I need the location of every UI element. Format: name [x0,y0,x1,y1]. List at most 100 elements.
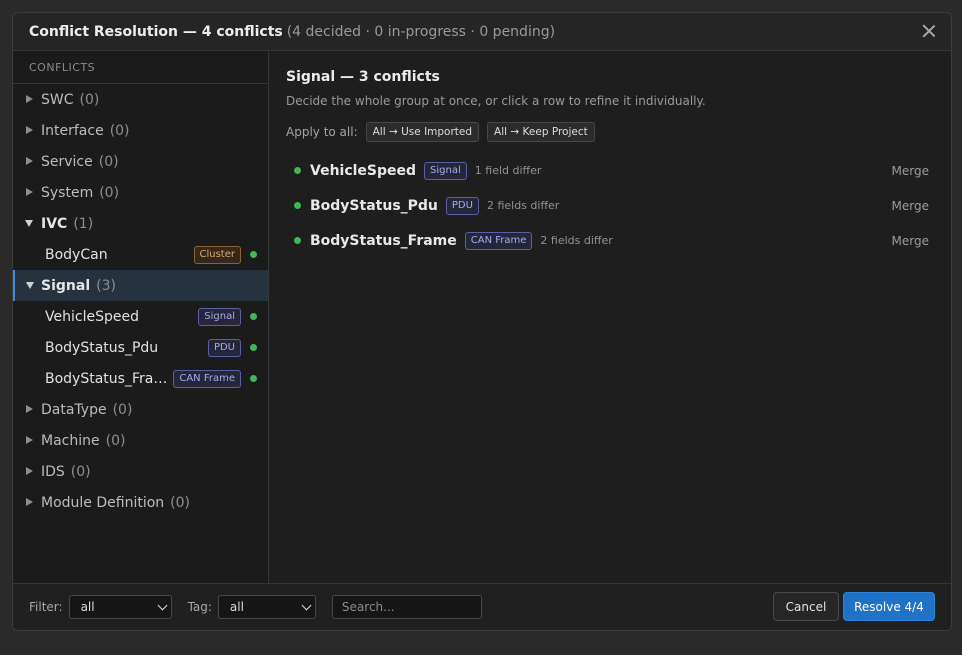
status-dot [250,344,257,351]
diff-summary: 2 fields differ [540,234,613,247]
category-label: Signal [41,277,91,294]
resolve-button[interactable]: Resolve 4/4 [843,592,935,621]
apply-all-use-imported-button[interactable]: All → Use Imported [365,122,480,142]
tag-label: Tag: [187,600,212,614]
conflicts-sidebar: CONFLICTS SWC (0) Interface (0) Service … [13,51,269,585]
sidebar-header: CONFLICTS [13,51,268,84]
conflict-list: VehicleSpeed Signal 1 field differ Merge… [286,153,937,258]
category-label: Module Definition [41,494,165,511]
category-label: Service [41,153,93,170]
sidebar-item-bodystatus-pdu[interactable]: BodyStatus_Pdu PDU [13,332,268,363]
sidebar-item-bodycan[interactable]: BodyCan Cluster [13,239,268,270]
group-description: Decide the whole group at once, or click… [286,94,706,108]
sidebar-category-system[interactable]: System (0) [13,177,268,208]
category-label: IVC [41,215,68,232]
sidebar-category-module-definition[interactable]: Module Definition (0) [13,487,268,518]
filter-select[interactable]: all [68,595,172,619]
group-detail-panel: Signal — 3 conflicts Decide the whole gr… [270,51,951,585]
chevron-down-icon [26,282,34,289]
status-dot [250,251,257,258]
conflict-row[interactable]: BodyStatus_Pdu PDU 2 fields differ Merge [286,188,937,223]
chevron-right-icon [26,467,33,475]
conflict-resolution-dialog: Conflict Resolution — 4 conflicts (4 dec… [12,12,952,631]
status-dot [250,375,257,382]
category-label: Interface [41,122,104,139]
conflict-row[interactable]: VehicleSpeed Signal 1 field differ Merge [286,153,937,188]
merge-action[interactable]: Merge [892,199,929,213]
chevron-down-icon [301,600,312,611]
conflict-name: VehicleSpeed [310,162,417,179]
type-badge: PDU [207,338,241,357]
sidebar-category-machine[interactable]: Machine (0) [13,425,268,456]
group-title: Signal — 3 conflicts [286,69,440,85]
chevron-right-icon [26,188,33,196]
conflict-name: BodyStatus_Pdu [310,197,438,214]
diff-summary: 1 field differ [474,164,542,177]
sidebar-category-signal[interactable]: Signal (3) [13,270,268,301]
chevron-right-icon [26,405,33,413]
status-dot [294,237,301,244]
sidebar-category-datatype[interactable]: DataType (0) [13,394,268,425]
category-count: (0) [99,184,120,201]
sidebar-category-swc[interactable]: SWC (0) [13,84,268,115]
chevron-right-icon [26,436,33,444]
tag-value: all [229,600,244,614]
filter-label: Filter: [29,600,63,614]
category-label: DataType [41,401,107,418]
sidebar-item-vehiclespeed[interactable]: VehicleSpeed Signal [13,301,268,332]
dialog-footer: Filter: all Tag: all Cancel Resolve 4/4 [13,583,951,630]
category-count: (0) [98,153,119,170]
apply-all-keep-project-button[interactable]: All → Keep Project [487,122,595,142]
chevron-right-icon [26,95,33,103]
chevron-down-icon [157,600,168,611]
apply-label: Apply to all: [286,125,358,139]
sidebar-category-interface[interactable]: Interface (0) [13,115,268,146]
item-label: BodyStatus_Fra… [45,370,168,387]
chevron-right-icon [26,126,33,134]
sidebar-category-service[interactable]: Service (0) [13,146,268,177]
category-count: (1) [73,215,94,232]
status-dot [294,167,301,174]
merge-action[interactable]: Merge [892,164,929,178]
cancel-button[interactable]: Cancel [773,592,839,621]
chevron-right-icon [26,498,33,506]
merge-action[interactable]: Merge [892,234,929,248]
category-count: (0) [112,401,133,418]
sidebar-category-ids[interactable]: IDS (0) [13,456,268,487]
category-label: SWC [41,91,74,108]
status-dot [250,313,257,320]
chevron-right-icon [26,157,33,165]
category-count: (0) [70,463,91,480]
type-badge: Signal [424,161,467,180]
category-label: Machine [41,432,100,449]
sidebar-category-ivc[interactable]: IVC (1) [13,208,268,239]
type-badge: CAN Frame [464,231,533,250]
category-count: (0) [170,494,190,511]
type-badge: Cluster [193,245,241,264]
type-badge: Signal [198,307,241,326]
item-label: VehicleSpeed [45,308,139,325]
apply-to-all-row: Apply to all: All → Use Imported All → K… [286,122,937,142]
conflict-row[interactable]: BodyStatus_Frame CAN Frame 2 fields diff… [286,223,937,258]
category-count: (0) [105,432,126,449]
dialog-title: Conflict Resolution — 4 conflicts [29,23,283,40]
category-label: IDS [41,463,65,480]
type-badge: PDU [445,196,479,215]
type-badge: CAN Frame [173,369,241,388]
diff-summary: 2 fields differ [486,199,560,212]
dialog-subtitle: (4 decided · 0 in-progress · 0 pending) [286,23,556,40]
conflict-name: BodyStatus_Frame [310,232,457,249]
search-input[interactable] [331,595,482,619]
chevron-down-icon [25,220,33,227]
item-label: BodyStatus_Pdu [45,339,159,356]
tag-select[interactable]: all [217,595,316,619]
category-label: System [41,184,94,201]
category-count: (0) [79,91,100,108]
category-count: (0) [109,122,130,139]
category-count: (3) [96,277,116,294]
sidebar-item-bodystatus-frame[interactable]: BodyStatus_Fra… CAN Frame [13,363,268,394]
item-label: BodyCan [45,246,108,263]
close-icon[interactable] [921,23,937,39]
status-dot [294,202,301,209]
filter-value: all [80,600,95,614]
